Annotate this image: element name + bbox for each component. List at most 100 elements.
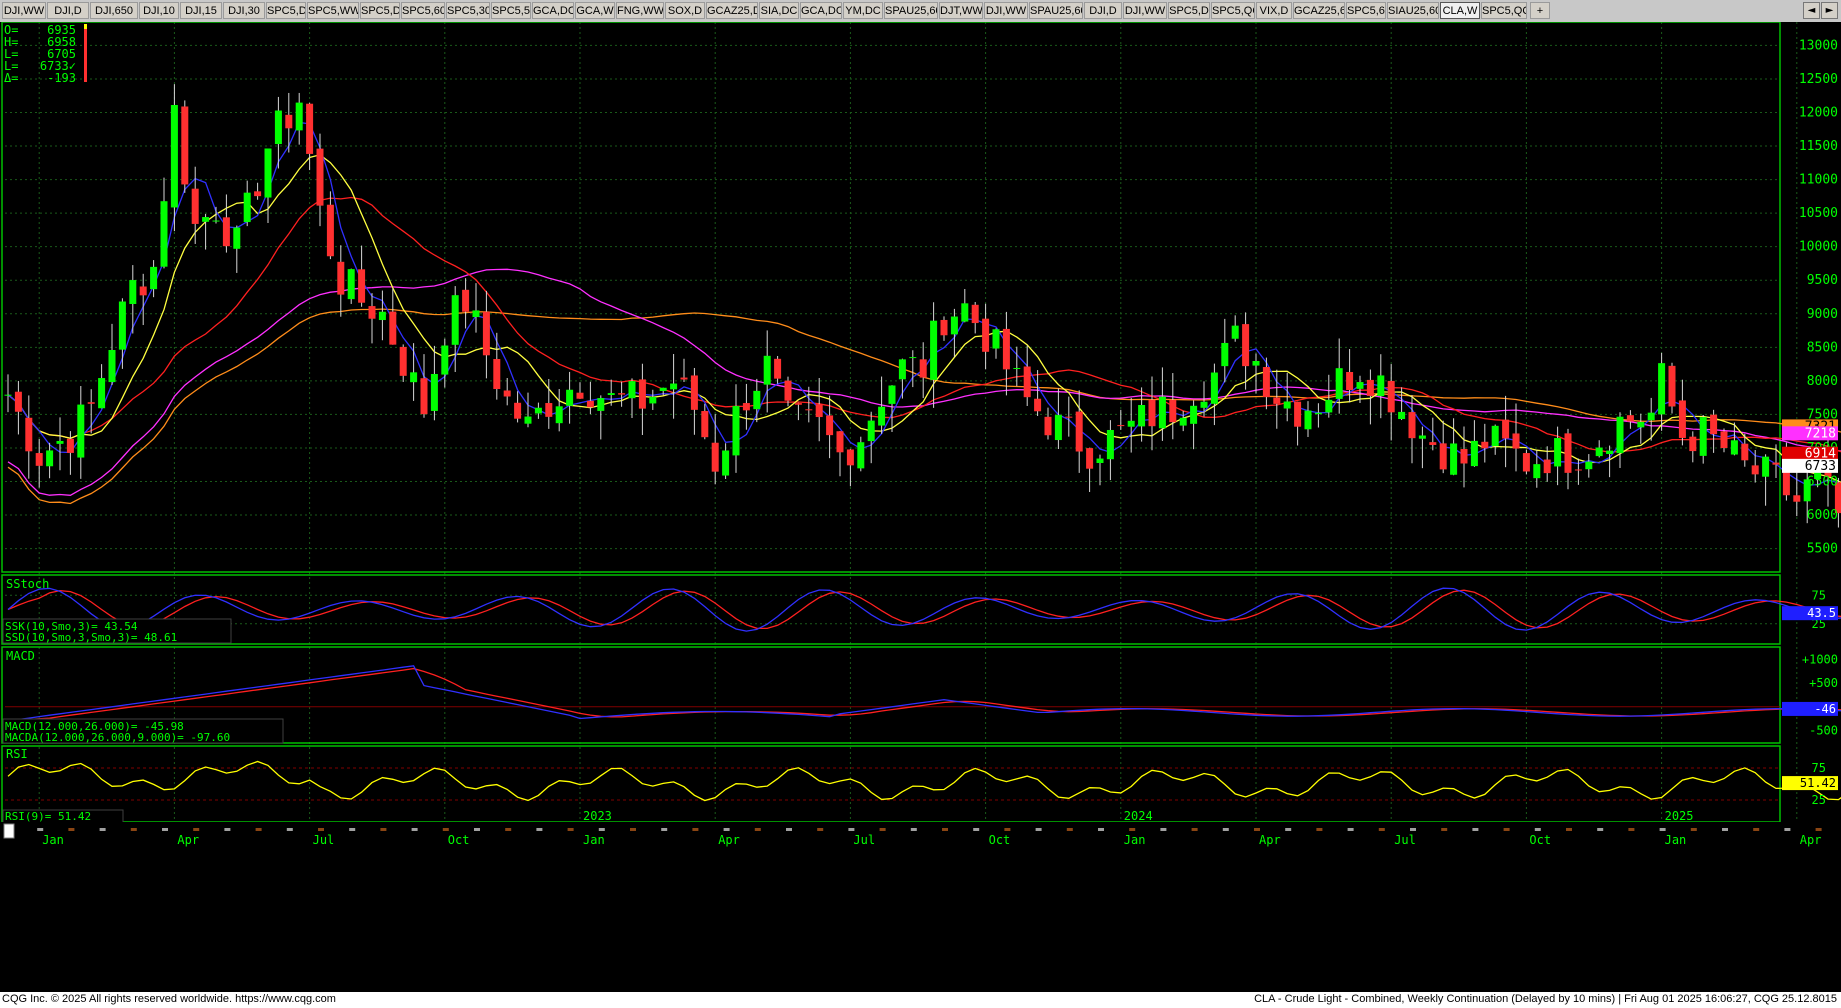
candle-body — [191, 188, 199, 224]
candle-body — [139, 286, 147, 296]
candle-body — [1512, 433, 1520, 449]
candle-body — [950, 316, 958, 335]
candle-body — [1273, 397, 1281, 404]
tab-dji-ww[interactable]: DJI,WW — [1123, 2, 1167, 19]
tab-dji-d[interactable]: DJI,D — [47, 2, 89, 19]
time-axis-segment — [255, 828, 262, 831]
time-axis-segment — [1722, 828, 1728, 831]
tab-dji-30[interactable]: DJI,30 — [223, 2, 265, 19]
tab-cla-w[interactable]: CLA,W — [1440, 2, 1480, 19]
candle-body — [1366, 379, 1374, 396]
tab-spau25-60[interactable]: SPAU25,60 — [1029, 2, 1083, 19]
time-axis-segment — [1098, 828, 1104, 831]
candle-body — [763, 355, 771, 385]
candle-body — [1450, 443, 1458, 475]
candle-body — [1356, 382, 1364, 389]
month-label: Jul — [853, 833, 875, 847]
candle-body — [378, 311, 386, 321]
time-axis-segment — [474, 828, 480, 831]
tab-dji-ww[interactable]: DJI,WW — [984, 2, 1028, 19]
candle-body — [1314, 412, 1322, 415]
candle-body — [1034, 398, 1042, 412]
price-tick-label: 12500 — [1799, 72, 1838, 87]
candle-body — [1606, 450, 1614, 455]
tab-vix-d[interactable]: VIX,D — [1256, 2, 1292, 19]
time-axis-segment — [536, 828, 543, 831]
candle-body — [1439, 443, 1447, 470]
time-axis-segment — [380, 828, 387, 831]
candle-body — [295, 102, 303, 131]
month-label: Apr — [718, 833, 740, 847]
tab-dji-d[interactable]: DJI,D — [1084, 2, 1122, 19]
candle-body — [1481, 441, 1489, 449]
tab-djt-ww[interactable]: DJT,WW — [939, 2, 983, 19]
candle-body — [1658, 363, 1666, 415]
candle-body — [909, 357, 917, 359]
tab-spc5-qq[interactable]: SPC5,QQ — [1211, 2, 1255, 19]
macd-title: MACD — [6, 649, 35, 663]
tab-gcaz25-d[interactable]: GCAZ25,D — [706, 2, 758, 19]
time-axis-segment — [879, 828, 886, 831]
price-tick-label: 11500 — [1799, 139, 1838, 154]
time-axis-segment — [786, 828, 792, 831]
tab-spc5-d[interactable]: SPC5,D — [360, 2, 400, 19]
candle-body — [493, 359, 501, 390]
tab-ym-dc[interactable]: YM,DC — [843, 2, 883, 19]
candle-body — [1190, 405, 1198, 424]
tab-spc5-qq[interactable]: SPC5,QQ — [1481, 2, 1527, 19]
candle-body — [1106, 429, 1114, 460]
tab-spc5-60[interactable]: SPC5,60 — [1346, 2, 1386, 19]
time-axis-segment — [1191, 828, 1198, 831]
tab-spc5-ww[interactable]: SPC5,WW — [307, 2, 359, 19]
candle-body — [1304, 410, 1312, 430]
tab-fng-ww[interactable]: FNG,WW — [616, 2, 664, 19]
tab-spc5-d[interactable]: SPC5,D — [266, 2, 306, 19]
time-axis-segment — [1066, 828, 1073, 831]
candle-body — [1252, 360, 1260, 366]
arrow-right-icon[interactable]: ► — [1821, 2, 1838, 19]
time-axis-segment — [411, 828, 418, 831]
candle-body — [1054, 415, 1062, 441]
tab-gca-dc[interactable]: GCA,DC — [532, 2, 574, 19]
time-axis-segment — [1784, 828, 1791, 831]
tab-dji-ww[interactable]: DJI,WW — [2, 2, 46, 19]
candle-body — [1647, 412, 1655, 421]
tab-dji-10[interactable]: DJI,10 — [139, 2, 179, 19]
tab-siau25-60[interactable]: SIAU25,60 — [1387, 2, 1439, 19]
month-label: Apr — [1800, 833, 1822, 847]
candle-body — [815, 404, 823, 418]
time-axis-segment — [1597, 828, 1604, 831]
candle-body — [794, 403, 802, 405]
candle-body — [742, 403, 750, 411]
time-axis-segment — [848, 828, 855, 831]
stoch-last-label: 43.5 — [1807, 606, 1836, 620]
candle-body — [1294, 401, 1302, 427]
tab-spc5-30[interactable]: SPC5,30 — [446, 2, 490, 19]
tab-gca-dc[interactable]: GCA,DC — [800, 2, 842, 19]
time-axis-segment — [1815, 828, 1822, 831]
time-axis-segment — [1410, 828, 1416, 831]
plus-icon[interactable]: + — [1530, 2, 1550, 19]
ohlc-range-bar — [84, 26, 87, 82]
tab-dji-650[interactable]: DJI,650 — [90, 2, 138, 19]
scrollbar-handle[interactable] — [3, 823, 15, 839]
month-label: Apr — [1259, 833, 1281, 847]
chart-area[interactable]: 13000 12500 12000 11500 11000 10500 10000 9500 9… — [0, 22, 1841, 992]
candle-body — [441, 345, 449, 375]
tab-spc5-60[interactable]: SPC5,60 — [401, 2, 445, 19]
tab-sia-dc[interactable]: SIA,DC — [759, 2, 799, 19]
candle-body — [566, 389, 574, 406]
candle-body — [722, 450, 730, 476]
candle-body — [118, 301, 126, 350]
tab-spau25-60[interactable]: SPAU25,60 — [884, 2, 938, 19]
tab-gcaz25-60[interactable]: GCAZ25,60 — [1293, 2, 1345, 19]
candle-body — [98, 378, 106, 409]
tab-sox-d[interactable]: SOX,D — [665, 2, 705, 19]
tab-dji-15[interactable]: DJI,15 — [180, 2, 222, 19]
tab-gca-w[interactable]: GCA,W — [575, 2, 615, 19]
tab-spc5-5[interactable]: SPC5,5 — [491, 2, 531, 19]
rsi-title: RSI — [6, 747, 28, 761]
tab-spc5-d[interactable]: SPC5,D — [1168, 2, 1210, 19]
arrow-left-icon[interactable]: ◄ — [1803, 2, 1820, 19]
instrument-info: CLA - Crude Light - Combined, Weekly Con… — [1254, 993, 1837, 1005]
